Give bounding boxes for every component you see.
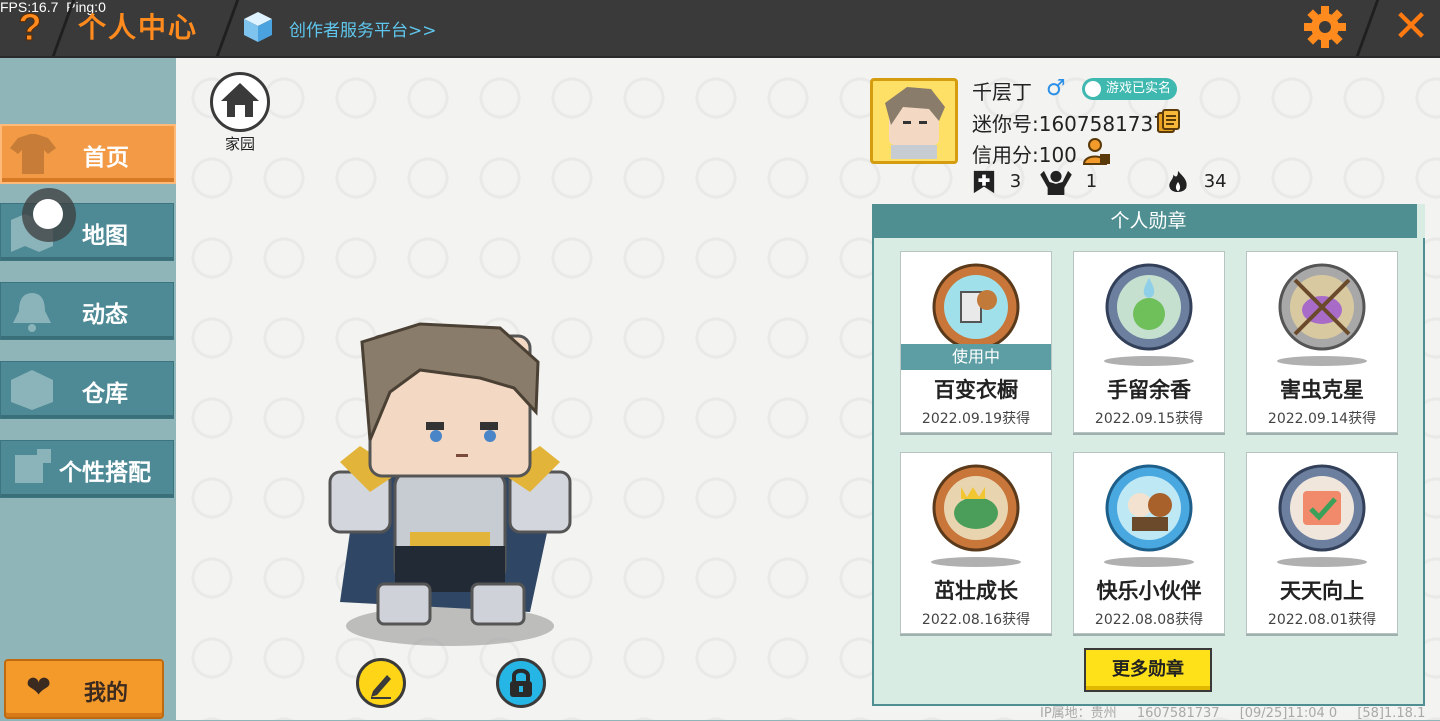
wardrobe-medal-icon xyxy=(932,263,1020,351)
ip-location: IP属地：贵州 xyxy=(1040,706,1117,721)
bookmark-plus-icon xyxy=(973,170,995,194)
profile-avatar[interactable] xyxy=(870,78,958,164)
medal-shadow xyxy=(1104,356,1194,366)
credit-score: 信用分:100 xyxy=(972,143,1077,167)
verified-label: 游戏已实名 xyxy=(1106,81,1172,96)
pest-medal-icon xyxy=(1278,263,1366,351)
fragrance-medal-icon xyxy=(1105,263,1193,351)
badge-date: 2022.09.15获得 xyxy=(1094,411,1204,427)
footer-info: IP属地：贵州 1607581737 [09/25]11:04 0 [58]1.… xyxy=(1040,702,1440,721)
in-use-label: 使用中 xyxy=(901,344,1051,370)
heart-icon: ❤ xyxy=(26,670,52,705)
joystick-knob[interactable] xyxy=(33,199,63,229)
home-label: 家园 xyxy=(224,135,255,153)
growth-medal-icon xyxy=(932,464,1020,552)
sidebar-item-storage[interactable]: 仓库 xyxy=(0,361,174,419)
mini-id: 迷你号:1607581737 xyxy=(972,112,1166,136)
avatar-portrait xyxy=(885,87,945,159)
badge-date: 2022.08.08获得 xyxy=(1094,612,1204,628)
badge-name: 百变衣橱 xyxy=(934,378,1018,402)
fans-icon xyxy=(1040,170,1072,195)
badge-date: 2022.09.14获得 xyxy=(1267,411,1377,427)
badge-name: 快乐小伙伴 xyxy=(1096,579,1202,603)
house-icon xyxy=(221,83,259,117)
progress-medal-icon xyxy=(1278,464,1366,552)
badge-name: 天天向上 xyxy=(1280,579,1364,603)
friend-medal-icon xyxy=(1105,464,1193,552)
badge-card[interactable]: 使用中 百变衣橱 2022.09.19获得 xyxy=(900,251,1052,433)
edit-button[interactable] xyxy=(356,658,406,708)
badge-name: 手留余香 xyxy=(1107,378,1191,402)
medal-shadow xyxy=(1277,557,1367,567)
creator-platform-link[interactable]: 创作者服务平台>> xyxy=(289,16,437,41)
badge-date: 2022.08.01获得 xyxy=(1267,612,1377,628)
male-icon: ♂ xyxy=(1046,76,1066,101)
pencil-icon xyxy=(371,675,391,699)
verified-icon xyxy=(1085,81,1101,97)
my-button[interactable]: ❤ 我的 xyxy=(4,659,164,719)
avatar-character[interactable] xyxy=(300,322,580,648)
posts-count: 3 xyxy=(1009,171,1022,192)
sidebar-item-label: 仓库 xyxy=(82,381,128,407)
flame-icon xyxy=(1169,170,1187,193)
medal-shadow xyxy=(1277,356,1367,366)
badge-card[interactable]: 茁壮成长 2022.08.16获得 xyxy=(900,452,1052,634)
badge-panel-title: 个人勋章 xyxy=(872,204,1425,238)
badge-card[interactable]: 快乐小伙伴 2022.08.08获得 xyxy=(1073,452,1225,634)
top-bar xyxy=(0,0,1440,58)
footer-time: [09/25]11:04 0 xyxy=(1239,706,1338,721)
badge-card[interactable]: 手留余香 2022.09.15获得 xyxy=(1073,251,1225,433)
badge-date: 2022.08.16获得 xyxy=(921,612,1031,628)
badge-name: 害虫克星 xyxy=(1280,378,1364,402)
lock-icon xyxy=(510,668,532,697)
cube-icon[interactable] xyxy=(242,10,274,44)
sidebar-item-label: 首页 xyxy=(83,145,129,171)
close-button[interactable]: ✕ xyxy=(1386,2,1436,52)
sidebar-item-feed[interactable]: 动态 xyxy=(0,282,174,340)
fans-stat[interactable]: 1 xyxy=(1040,168,1097,196)
fps-readout: FPS:16.7 xyxy=(0,0,59,15)
footer-version: [58]1.18.1 xyxy=(1357,706,1426,721)
footer-uid: 1607581737 xyxy=(1136,706,1220,721)
sidebar-item-outfit[interactable]: 个性搭配 xyxy=(0,440,174,498)
sidebar-item-label: 个性搭配 xyxy=(59,460,151,486)
heat-count: 34 xyxy=(1203,171,1227,192)
more-badges-button[interactable]: 更多勋章 xyxy=(1084,648,1212,692)
medal-shadow xyxy=(1104,557,1194,567)
player-name: 千层丁 xyxy=(972,80,1032,104)
badge-card[interactable]: 天天向上 2022.08.01获得 xyxy=(1246,452,1398,634)
lock-button[interactable] xyxy=(496,658,546,708)
medal-shadow xyxy=(931,557,1021,567)
home-button[interactable] xyxy=(210,72,270,132)
fans-count: 1 xyxy=(1085,171,1098,192)
posts-stat[interactable]: 3 xyxy=(972,168,1021,196)
sidebar-item-home[interactable]: 首页 xyxy=(0,124,176,184)
copy-icon[interactable] xyxy=(1155,108,1181,134)
gear-icon[interactable] xyxy=(1302,4,1348,50)
sidebar-item-label: 动态 xyxy=(82,302,128,328)
credit-user-icon[interactable] xyxy=(1082,136,1112,166)
my-button-label: 我的 xyxy=(84,681,129,706)
floating-joystick[interactable] xyxy=(22,188,76,242)
real-name-verified-badge[interactable]: 游戏已实名 xyxy=(1082,78,1178,100)
badge-date: 2022.09.19获得 xyxy=(921,411,1031,427)
badge-card[interactable]: 害虫克星 2022.09.14获得 xyxy=(1246,251,1398,433)
heat-stat[interactable]: 34 xyxy=(1166,168,1227,196)
badge-name: 茁壮成长 xyxy=(934,579,1018,603)
page-title: 个人中心 xyxy=(78,11,199,44)
